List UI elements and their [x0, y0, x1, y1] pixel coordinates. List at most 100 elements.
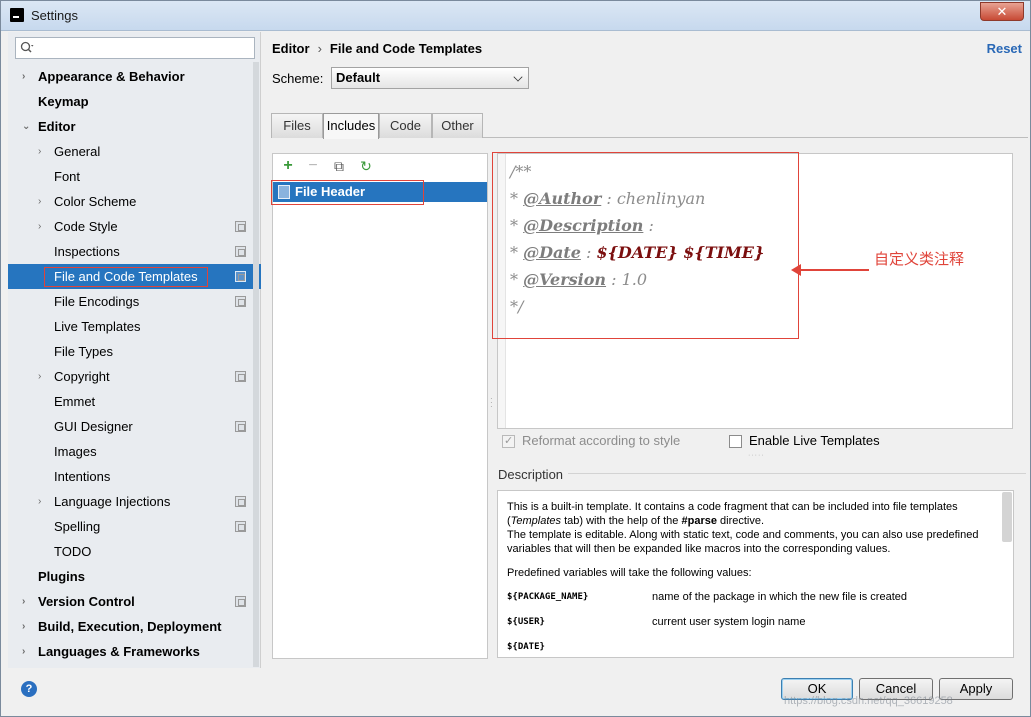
sidebar-item[interactable]: › Language Injections	[8, 489, 261, 514]
sidebar-item[interactable]: › Build, Execution, Deployment	[8, 614, 261, 639]
reset-link[interactable]: Reset	[987, 41, 1022, 56]
copy-template-button[interactable]: ⧉	[331, 158, 347, 174]
highlight-box	[271, 180, 424, 205]
add-template-button[interactable]: +	[280, 158, 296, 174]
sidebar-item-label: Appearance & Behavior	[38, 69, 185, 84]
chevron-right-icon[interactable]: ›	[38, 372, 48, 382]
scheme-value: Default	[336, 70, 381, 85]
variable-row: ${PACKAGE_NAME} name of the package in wh…	[507, 590, 997, 615]
reset-template-button[interactable]: ↻	[358, 158, 374, 174]
variable-name: ${DATE}	[507, 642, 545, 652]
project-settings-icon	[235, 496, 246, 507]
sidebar-item[interactable]: TODO	[8, 539, 261, 564]
sidebar-item-label: Color Scheme	[54, 194, 137, 209]
variable-description: current user system login name	[652, 616, 806, 628]
description-paragraph-1: This is a built-in template. It contains…	[507, 501, 979, 555]
sidebar-item[interactable]: › Languages & Frameworks	[8, 639, 261, 664]
sidebar-item[interactable]: › Copyright	[8, 364, 261, 389]
sidebar-item[interactable]: Live Templates	[8, 314, 261, 339]
sidebar-item[interactable]: Spelling	[8, 514, 261, 539]
sidebar-item-label: File Encodings	[54, 294, 140, 309]
sidebar-item[interactable]: › Version Control	[8, 589, 261, 614]
search-icon	[20, 41, 34, 53]
sidebar-item[interactable]: Font	[8, 164, 261, 189]
sidebar-item-label: File Types	[54, 344, 114, 359]
chevron-right-icon[interactable]: ›	[38, 222, 48, 232]
sidebar-item[interactable]: Plugins	[8, 564, 261, 589]
sidebar-item[interactable]: Images	[8, 439, 261, 464]
sidebar-item-label: Copyright	[54, 369, 110, 384]
live-templates-checkbox[interactable]	[729, 435, 742, 448]
chevron-right-icon[interactable]: ›	[22, 72, 32, 82]
description-title: Description	[498, 467, 564, 482]
sidebar-item-label: Intentions	[54, 469, 111, 484]
project-settings-icon	[235, 221, 246, 232]
description-scrollbar[interactable]	[1002, 492, 1012, 542]
intellij-icon	[10, 8, 24, 22]
project-settings-icon	[235, 521, 246, 532]
chevron-right-icon[interactable]: ›	[38, 147, 48, 157]
sidebar-item-label: Keymap	[38, 94, 89, 109]
splitter-grip: · · ·	[490, 394, 493, 411]
chevron-right-icon[interactable]: ›	[22, 622, 32, 632]
sidebar-item[interactable]: ⌄ Editor	[8, 114, 261, 139]
settings-window: Settings ✕ › Appearance & Behavior Keymap ⌄…	[0, 0, 1031, 717]
sidebar-item[interactable]: › Color Scheme	[8, 189, 261, 214]
sidebar-scrollbar[interactable]	[253, 62, 259, 667]
close-button[interactable]: ✕	[980, 2, 1024, 21]
project-settings-icon	[235, 421, 246, 432]
description-divider	[568, 473, 1026, 474]
project-settings-icon	[235, 371, 246, 382]
breadcrumb: Editor › File and Code Templates	[272, 41, 482, 56]
sidebar-item[interactable]: › Code Style	[8, 214, 261, 239]
chevron-right-icon[interactable]: ›	[22, 647, 32, 657]
sidebar-item[interactable]: Emmet	[8, 389, 261, 414]
sidebar-item-label: Live Templates	[54, 319, 141, 334]
highlight-box	[44, 267, 208, 287]
chevron-right-icon[interactable]: ›	[22, 597, 32, 607]
project-settings-icon	[235, 271, 246, 282]
tab-files[interactable]: Files	[271, 113, 323, 138]
sidebar-item-label: Language Injections	[54, 494, 171, 509]
sidebar-item[interactable]: Intentions	[8, 464, 261, 489]
sidebar-item-label: Images	[54, 444, 97, 459]
reformat-checkbox[interactable]	[502, 433, 515, 449]
scheme-dropdown[interactable]: Default	[331, 67, 529, 89]
chevron-down-icon[interactable]: ⌄	[22, 122, 32, 132]
sidebar-item[interactable]: File Encodings	[8, 289, 261, 314]
variable-row: ${DATE}	[507, 640, 997, 657]
sidebar-item-label: Code Style	[54, 219, 118, 234]
project-settings-icon	[235, 296, 246, 307]
breadcrumb-current: File and Code Templates	[329, 41, 483, 56]
sidebar-item[interactable]: GUI Designer	[8, 414, 261, 439]
sidebar-item-label: Emmet	[54, 394, 96, 409]
watermark: https://blog.csdn.net/qq_36619258	[784, 695, 953, 707]
chevron-right-icon[interactable]: ›	[38, 497, 48, 507]
window-title: Settings	[31, 8, 78, 23]
annotation-arrow-icon	[791, 264, 869, 276]
tab-other[interactable]: Other	[432, 113, 483, 138]
sidebar-item-label: Inspections	[54, 244, 120, 259]
description-body: This is a built-in template. It contains…	[507, 500, 997, 657]
sidebar-item[interactable]: Inspections	[8, 239, 261, 264]
variable-description: name of the package in which the new fil…	[652, 591, 907, 603]
sidebar-item-label: Plugins	[38, 569, 85, 584]
tab-code[interactable]: Code	[379, 113, 432, 138]
annotation-box	[492, 152, 799, 339]
settings-search-input[interactable]	[15, 37, 255, 59]
remove-template-button[interactable]: −	[305, 158, 321, 174]
sidebar-item-label: TODO	[54, 544, 92, 559]
variable-name: ${PACKAGE_NAME}	[507, 592, 589, 602]
sidebar-item[interactable]: Keymap	[8, 89, 261, 114]
sidebar-item-label: General	[54, 144, 101, 159]
annotation-label: 自定义类注释	[874, 251, 965, 268]
sidebar-item[interactable]: › General	[8, 139, 261, 164]
sidebar-item-label: Editor	[38, 119, 76, 134]
resize-grip[interactable]: ·····	[748, 452, 765, 459]
sidebar-item[interactable]: File Types	[8, 339, 261, 364]
help-icon[interactable]: ?	[21, 681, 37, 697]
chevron-right-icon[interactable]: ›	[38, 197, 48, 207]
sidebar-item[interactable]: › Appearance & Behavior	[8, 64, 261, 89]
tab-includes[interactable]: Includes	[323, 113, 379, 139]
sidebar-item[interactable]: File and Code Templates	[8, 264, 261, 289]
